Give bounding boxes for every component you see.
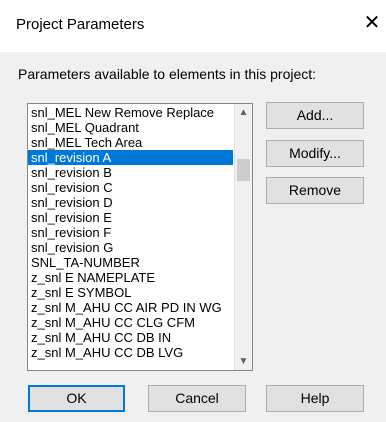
modify-button[interactable]: Modify... [266, 140, 364, 167]
parameter-list-item[interactable]: z_snl M_AHU CC DB IN [28, 330, 233, 345]
close-icon[interactable]: ✕ [362, 11, 382, 35]
title-bar: Project Parameters ✕ [0, 0, 386, 52]
parameter-list-item[interactable]: snl_revision G [28, 240, 233, 255]
parameter-list-item[interactable]: snl_revision C [28, 180, 233, 195]
ok-button[interactable]: OK [28, 385, 125, 412]
parameter-list-item[interactable]: snl_revision F [28, 225, 233, 240]
parameter-list-item[interactable]: z_snl M_AHU CC CLG CFM [28, 315, 233, 330]
vertical-scrollbar[interactable]: ▲ ▼ [234, 104, 252, 370]
parameter-list-item[interactable]: snl_revision D [28, 195, 233, 210]
parameter-list-item[interactable]: snl_MEL New Remove Replace [28, 105, 233, 120]
parameter-list-item[interactable]: z_snl E NAMEPLATE [28, 270, 233, 285]
parameter-list-item[interactable]: snl_MEL Quadrant [28, 120, 233, 135]
parameter-list-item[interactable]: z_snl M_AHU CC DB LVG [28, 345, 233, 360]
scroll-thumb[interactable] [237, 159, 250, 181]
remove-button[interactable]: Remove [266, 177, 364, 204]
scroll-up-icon[interactable]: ▲ [235, 104, 252, 121]
parameter-list-item[interactable]: z_snl E SYMBOL [28, 285, 233, 300]
scroll-down-icon[interactable]: ▼ [235, 353, 252, 370]
parameter-list-item[interactable]: z_snl M_AHU CC AIR PD IN WG [28, 300, 233, 315]
help-button[interactable]: Help [266, 385, 364, 412]
cancel-button[interactable]: Cancel [148, 385, 246, 412]
parameter-list-item[interactable]: snl_revision B [28, 165, 233, 180]
parameter-list-item[interactable]: SNL_TA-NUMBER [28, 255, 233, 270]
parameters-listbox[interactable]: snl_MEL New Remove Replace snl_MEL Quadra… [27, 103, 253, 371]
add-button[interactable]: Add... [266, 102, 364, 129]
parameter-list-item[interactable]: snl_revision E [28, 210, 233, 225]
parameter-list-item[interactable]: snl_MEL Tech Area [28, 135, 233, 150]
parameters-label: Parameters available to elements in this… [18, 66, 317, 82]
project-parameters-dialog: Project Parameters ✕ Parameters availabl… [0, 0, 386, 422]
dialog-title: Project Parameters [16, 16, 145, 33]
parameters-list: snl_MEL New Remove Replace snl_MEL Quadra… [28, 105, 233, 360]
parameter-list-item[interactable]: snl_revision A [28, 150, 233, 165]
